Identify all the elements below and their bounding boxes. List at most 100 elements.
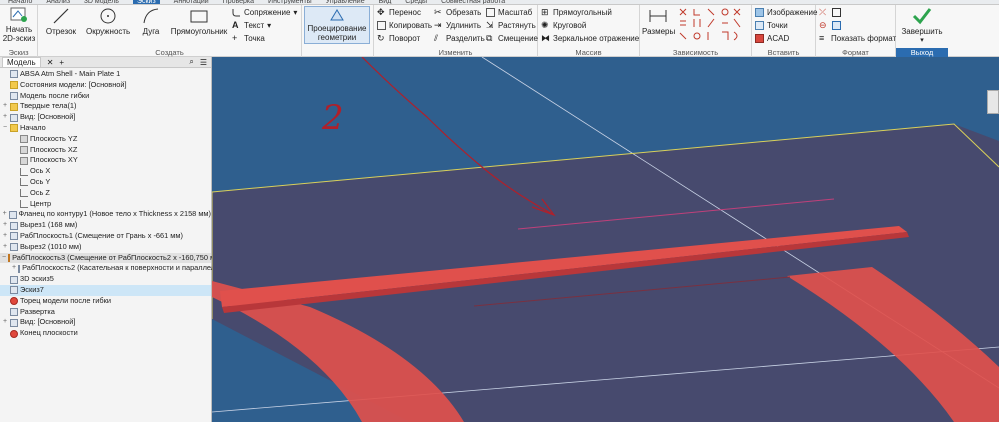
mirror-button[interactable]: ⧓ Зеркальное отражение xyxy=(541,33,639,44)
stretch-button[interactable]: ⇲ Растянуть xyxy=(486,20,536,31)
tree-node[interactable]: + Вид: [Основной] xyxy=(0,112,211,123)
graphics-viewport[interactable]: 2 xyxy=(212,57,999,422)
arc-button[interactable]: Дуга xyxy=(138,7,164,36)
tree-node[interactable]: Состояния модели: [Основной] xyxy=(0,80,211,91)
tree-node[interactable]: + Вырез1 (168 мм) xyxy=(0,220,211,231)
acad-button[interactable]: ACAD xyxy=(755,33,789,44)
expand-toggle-icon[interactable]: − xyxy=(2,253,6,264)
fillet-button[interactable]: Сопряжение ▾ xyxy=(232,7,297,18)
tree-node[interactable]: Ось Z xyxy=(0,188,211,199)
expand-toggle-icon[interactable]: + xyxy=(2,220,8,231)
tab-tools[interactable]: Инструменты xyxy=(268,0,312,4)
tree-node[interactable]: + Вид: [Основной] xyxy=(0,317,211,328)
tree-node[interactable]: + Вырез2 (1010 мм) xyxy=(0,242,211,253)
driven-dimension-icon[interactable] xyxy=(832,21,841,30)
image-button[interactable]: Изображение xyxy=(755,7,817,18)
add-tab-icon[interactable]: + xyxy=(59,58,64,67)
tree-node[interactable]: Модель после гибки xyxy=(0,91,211,102)
close-tab-icon[interactable]: ✕ xyxy=(47,58,54,67)
scale-button[interactable]: Масштаб xyxy=(486,7,532,18)
tree-node[interactable]: Эскиз7 xyxy=(0,284,211,296)
tree-node-label: Торец модели после гибки xyxy=(20,295,111,305)
centerline-icon[interactable] xyxy=(832,8,841,17)
dimension-button[interactable]: Размеры xyxy=(642,7,675,36)
tab-annotate[interactable]: Аннотации xyxy=(174,0,209,4)
project-geometry-button[interactable]: Проецирование геометрии xyxy=(304,6,370,44)
tab-inspect[interactable]: Проверка xyxy=(223,0,254,4)
tree-node[interactable]: + Твердые тела(1) xyxy=(0,101,211,112)
line-button[interactable]: Отрезок xyxy=(44,7,78,36)
scale-icon xyxy=(486,8,495,17)
acad-icon xyxy=(755,34,764,43)
tab-environments[interactable]: Среды xyxy=(405,0,427,4)
text-button[interactable]: A Текст ▾ xyxy=(232,20,271,31)
expand-toggle-icon[interactable]: + xyxy=(2,112,8,123)
move-button[interactable]: ✥ Перенос xyxy=(377,7,421,18)
tree-node[interactable]: Конец плоскости xyxy=(0,328,211,339)
expand-toggle-icon[interactable]: + xyxy=(2,101,8,112)
trim-button[interactable]: ✂ Обрезать xyxy=(434,7,481,18)
browser-tab-model[interactable]: Модель xyxy=(2,57,41,67)
plane-icon xyxy=(20,156,28,165)
tree-node[interactable]: Ось X xyxy=(0,166,211,177)
constraint-icons[interactable] xyxy=(678,7,748,45)
extend-button[interactable]: ⇥ Удлинить xyxy=(434,20,481,31)
point-button[interactable]: + Точка xyxy=(232,33,265,44)
tab-view[interactable]: Вид xyxy=(379,0,392,4)
tab-home[interactable]: Начало xyxy=(8,0,32,4)
construction-icon[interactable]: ⤫ xyxy=(819,8,828,17)
tree-node[interactable]: − РабПлоскость3 (Смещение от РабПлоскость… xyxy=(0,252,223,264)
start-2d-sketch-button[interactable]: Начать 2D-эскиз xyxy=(2,7,36,43)
dimension-icon xyxy=(649,10,667,22)
tab-3d-model[interactable]: 3D модель xyxy=(84,0,119,4)
tree-node-label: ABSA Atm Shell - Main Plate 1 xyxy=(20,69,121,78)
circular-pattern-button[interactable]: ✺ Круговой xyxy=(541,20,586,31)
tree-node[interactable]: + Фланец по контуру1 (Новое тело x Thickn… xyxy=(0,209,211,220)
show-format-button[interactable]: ≡ Показать формат xyxy=(819,33,896,44)
viewcube-tool[interactable] xyxy=(987,90,999,114)
tree-node[interactable]: Плоскость XZ xyxy=(0,145,211,156)
rect-pattern-button[interactable]: ⊞ Прямоугольный xyxy=(541,7,612,18)
expand-toggle-icon[interactable]: − xyxy=(2,123,8,134)
tree-node[interactable]: Плоскость XY xyxy=(0,155,211,166)
tab-analysis[interactable]: Анализ xyxy=(46,0,70,4)
tree-node[interactable]: Центр xyxy=(0,199,211,210)
modify-panel-title: Изменить xyxy=(438,48,473,57)
tree-node[interactable]: + РабПлоскость1 (Смещение от Грань x -661… xyxy=(0,231,211,242)
expand-toggle-icon[interactable]: + xyxy=(2,209,7,220)
circle-button[interactable]: Окружность xyxy=(86,7,130,36)
search-icon[interactable]: ⌕ xyxy=(189,57,193,67)
tree-node[interactable]: − Начало xyxy=(0,123,211,134)
part-icon xyxy=(10,232,18,241)
move-icon: ✥ xyxy=(377,7,385,17)
menu-icon[interactable]: ☰ xyxy=(200,58,211,67)
copy-button[interactable]: Копировать xyxy=(377,20,432,31)
text-icon: A xyxy=(232,20,239,30)
center-point-icon[interactable]: ⊖ xyxy=(819,21,828,30)
expand-toggle-icon[interactable]: + xyxy=(2,317,8,328)
tree-node[interactable]: + РабПлоскость2 (Касательная к поверхност… xyxy=(0,263,227,274)
circular-pattern-icon: ✺ xyxy=(541,20,549,30)
finish-sketch-button[interactable]: Завершить ▾ xyxy=(899,7,945,45)
expand-toggle-icon[interactable]: + xyxy=(12,263,16,274)
expand-toggle-icon[interactable]: + xyxy=(2,242,8,253)
tree-node[interactable]: ABSA Atm Shell - Main Plate 1 xyxy=(0,69,211,80)
rotate-button[interactable]: ↻ Поворот xyxy=(377,33,420,44)
tab-sketch[interactable]: Эскиз xyxy=(132,0,160,4)
points-button[interactable]: Точки xyxy=(755,20,788,31)
expand-toggle-icon[interactable]: + xyxy=(2,231,8,242)
tree-node[interactable]: Ось Y xyxy=(0,177,211,188)
tree-node[interactable]: Торец модели после гибки xyxy=(0,296,211,307)
tab-manage[interactable]: Управление xyxy=(326,0,365,4)
format-icons-row-2: ⊖ xyxy=(819,20,841,31)
rectangle-button[interactable]: Прямоугольник xyxy=(170,7,228,36)
copy-icon xyxy=(377,21,386,30)
tree-node[interactable]: Развертка xyxy=(0,307,211,318)
tab-collaborate[interactable]: Совместная работа xyxy=(441,0,505,4)
offset-button[interactable]: ⧉ Смещение xyxy=(486,33,538,44)
tree-node[interactable]: 3D эскиз5 xyxy=(0,274,211,285)
tree-node[interactable]: Плоскость YZ xyxy=(0,134,211,145)
fillet-label: Сопряжение xyxy=(244,8,291,17)
split-button[interactable]: ⫽ Разделить xyxy=(434,33,485,44)
offset-label: Смещение xyxy=(498,34,539,43)
